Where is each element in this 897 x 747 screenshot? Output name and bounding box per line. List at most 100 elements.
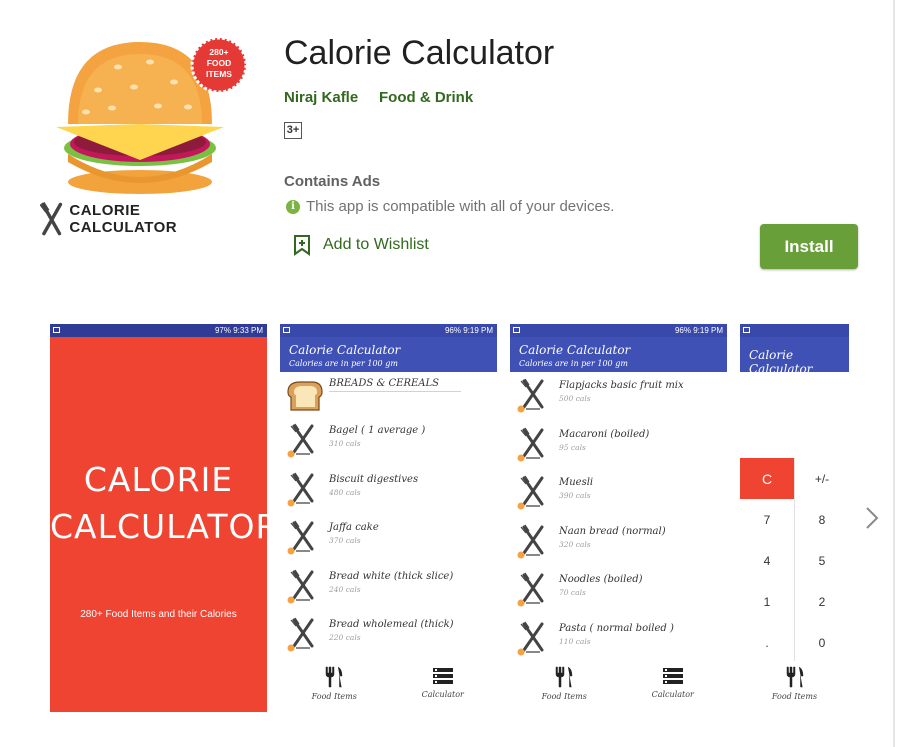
status-text: 97% 9:33 PM: [214, 326, 263, 335]
calc-key[interactable]: 8: [795, 499, 849, 540]
restaurant-icon: [556, 666, 573, 688]
food-calories: 240 cals: [329, 584, 361, 594]
screenshot-calculator[interactable]: Calorie Calculator C +/- 7 8 4 5 1 2. 0 Food Ite…: [740, 324, 849, 712]
splash-title-line1: CALORIE: [83, 460, 234, 499]
food-list-item[interactable]: Jaffa cake 370 cals: [280, 514, 497, 563]
calc-key[interactable]: 7: [740, 499, 794, 540]
fork-knife-icon: [40, 202, 63, 236]
food-calories: 500 cals: [559, 394, 591, 403]
add-to-wishlist-button[interactable]: Add to Wishlist: [292, 234, 429, 256]
food-name: Bagel ( 1 average ): [329, 425, 426, 436]
bottom-nav: Food Items: [740, 661, 849, 712]
food-name: Bread white (thick slice): [329, 570, 454, 582]
contains-ads-label: Contains Ads: [284, 173, 381, 190]
app-bar-title: Calorie Calculator: [749, 348, 813, 376]
food-list-item[interactable]: Bread white (thick slice) 240 cals: [280, 563, 497, 612]
calc-key[interactable]: 0: [795, 622, 849, 663]
nav-food-items[interactable]: Food Items: [740, 661, 849, 712]
category-name: BREADS & CEREALS: [329, 378, 440, 389]
developer-link[interactable]: Niraj Kafle: [284, 89, 358, 106]
food-list-item[interactable]: Macaroni (boiled) 95 cals: [510, 421, 727, 470]
food-calories: 390 cals: [559, 491, 591, 500]
app-bar-title: Calorie Calculator: [519, 343, 631, 357]
nav-food-items-label: Food Items: [541, 692, 587, 701]
food-name: Pasta ( normal boiled ): [559, 622, 674, 634]
food-name: Jaffa cake: [329, 522, 379, 533]
screenshot-food-list-2[interactable]: 96% 9:19 PM Calorie Calculator Calories …: [510, 324, 727, 712]
food-list-item[interactable]: Bagel ( 1 average ) 310 cals: [280, 417, 497, 466]
nav-food-items[interactable]: Food Items: [280, 661, 389, 712]
food-calories: 370 cals: [329, 536, 361, 545]
food-calories: 110 cals: [559, 636, 591, 646]
splash-subtitle: 280+ Food Items and their Calories: [80, 609, 237, 620]
bread-icon: [287, 381, 323, 411]
app-bar: Calorie Calculator Calories are in per 1…: [510, 337, 727, 372]
app-bar: Calorie Calculator: [740, 337, 849, 376]
food-list-item[interactable]: Bread wholemeal (thick) 220 cals: [280, 611, 497, 660]
nav-calculator-label: Calculator: [651, 690, 694, 699]
nav-calculator-label: Calculator: [421, 690, 464, 699]
screenshot-food-list-1[interactable]: 96% 9:19 PM Calorie Calculator Calories …: [280, 324, 497, 712]
install-button[interactable]: Install: [760, 224, 858, 269]
food-name: Naan bread (normal): [559, 525, 666, 537]
fork-knife-icon: [517, 378, 544, 413]
category-link[interactable]: Food & Drink: [379, 89, 473, 106]
category-row[interactable]: BREADS & CEREALS ——————————————————————: [280, 372, 497, 417]
category-divider: ——————————————————————: [329, 389, 461, 395]
food-list-item[interactable]: Biscuit digestives 480 cals: [280, 466, 497, 515]
fork-knife-icon: [287, 569, 314, 603]
calc-key[interactable]: .: [740, 622, 794, 663]
food-name: Biscuit digestives: [329, 473, 419, 485]
food-list-item[interactable]: Pasta ( normal boiled ) 110 cals: [510, 615, 727, 664]
food-list-item[interactable]: Noodles (boiled) 70 cals: [510, 566, 727, 615]
svg-text:ITEMS: ITEMS: [206, 69, 232, 79]
nav-food-items[interactable]: Food Items: [510, 661, 619, 712]
calc-key[interactable]: 5: [795, 540, 849, 581]
food-list-item[interactable]: Naan bread (normal) 320 cals: [510, 518, 727, 567]
food-list: BREADS & CEREALS —————————————————————— …: [280, 372, 497, 660]
status-bar: 96% 9:19 PM: [510, 324, 727, 337]
fork-knife-icon: [287, 617, 314, 652]
food-calories: 320 cals: [559, 539, 591, 549]
calc-key[interactable]: 2: [795, 581, 849, 622]
food-name: Noodles (boiled): [559, 574, 643, 585]
icon-caption-text: CALORIE CALCULATOR: [69, 202, 178, 236]
page-edge-rule: [893, 0, 895, 747]
burger-icon: 280+ FOOD ITEMS: [56, 36, 248, 194]
restaurant-icon: [786, 666, 803, 688]
status-text: 96% 9:19 PM: [444, 326, 493, 335]
fork-knife-icon: [517, 524, 544, 558]
nav-food-items-label: Food Items: [771, 692, 818, 701]
food-name: Bread wholemeal (thick): [329, 619, 454, 630]
bottom-nav: Food Items Calculator: [280, 661, 497, 712]
calc-key[interactable]: 1: [740, 581, 794, 622]
content-rating-badge: 3+: [284, 122, 302, 139]
fork-knife-icon: [517, 475, 544, 510]
app-bar-subtitle: Calories are in per 100 gm: [519, 359, 628, 368]
app-icon: 280+ FOOD ITEMS CALORIE CALCULATOR: [38, 32, 248, 247]
calc-key[interactable]: C: [740, 458, 794, 499]
nav-food-items-label: Food Items: [311, 692, 357, 701]
food-name: Muesli: [559, 477, 594, 488]
fork-knife-icon: [517, 621, 544, 655]
info-icon: i: [286, 199, 300, 214]
status-bar: [740, 324, 849, 337]
food-list-item[interactable]: Flapjacks basic fruit mix 500 cals: [510, 372, 727, 421]
chevron-right-icon[interactable]: [862, 506, 882, 530]
fork-knife-icon: [287, 472, 314, 506]
calc-key[interactable]: +/-: [795, 458, 849, 499]
app-bar: Calorie Calculator Calories are in per 1…: [280, 337, 497, 372]
calc-key[interactable]: 4: [740, 540, 794, 581]
food-name: Flapjacks basic fruit mix: [559, 380, 684, 391]
splash-title: CALORIE CALCULATOR: [50, 456, 267, 550]
restaurant-icon: [326, 666, 343, 688]
food-calories: 95 cals: [559, 442, 586, 452]
food-calories: 480 cals: [329, 487, 361, 497]
food-list-item[interactable]: Muesli 390 cals: [510, 469, 727, 518]
status-text: 96% 9:19 PM: [674, 326, 723, 335]
list-icon: [432, 668, 453, 684]
screenshot-splash[interactable]: 97% 9:33 PM CALORIE CALCULATOR 280+ Food…: [50, 324, 267, 712]
food-items-badge: 280+ FOOD ITEMS: [190, 36, 248, 94]
nav-calculator[interactable]: Calculator: [619, 661, 728, 712]
nav-calculator[interactable]: Calculator: [389, 661, 498, 712]
